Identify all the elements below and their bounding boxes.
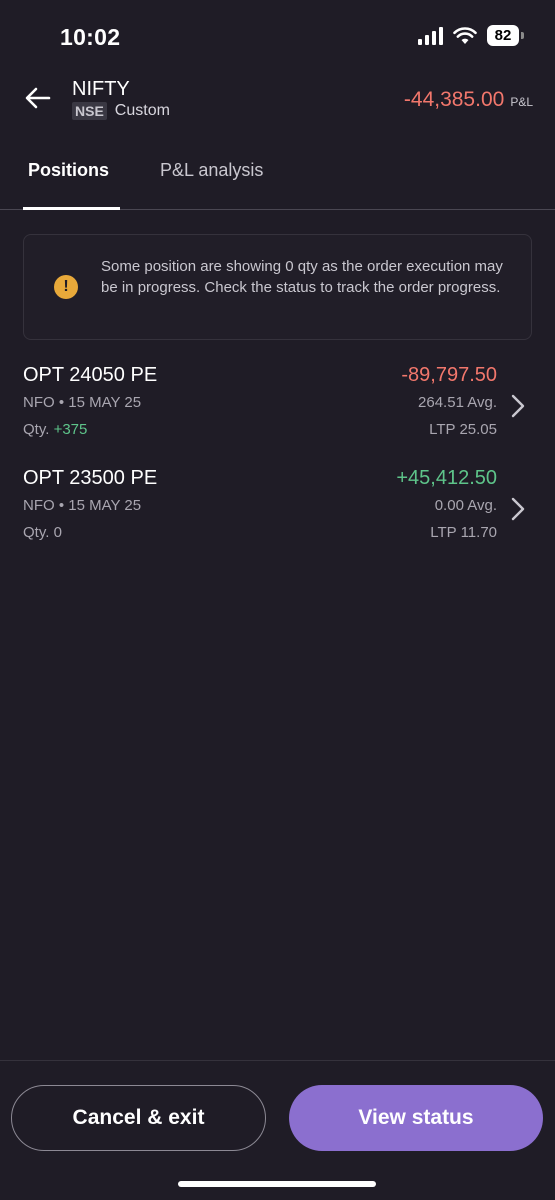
qty-value: +375	[53, 421, 88, 438]
cellular-signal-icon	[418, 26, 443, 45]
position-avg-price: 264.51 Avg.	[418, 394, 497, 411]
status-time: 10:02	[60, 24, 121, 50]
symbol-subtitle: NSE Custom	[72, 102, 170, 120]
home-indicator[interactable]	[178, 1181, 376, 1187]
tab-pnl-analysis[interactable]: P&L analysis	[160, 160, 263, 181]
cancel-exit-button[interactable]: Cancel & exit	[11, 1085, 266, 1151]
position-row[interactable]: OPT 24050 PE NFO • 15 MAY 25 Qty. +375 -…	[0, 364, 555, 454]
qty-value: 0	[53, 524, 62, 541]
position-pnl: -89,797.50	[401, 364, 497, 386]
position-pnl: +45,412.50	[396, 467, 497, 489]
position-name: OPT 24050 PE	[23, 364, 158, 386]
total-pnl-value: -44,385.00	[403, 88, 505, 111]
warning-icon: !	[54, 275, 78, 299]
tab-positions[interactable]: Positions	[28, 160, 109, 181]
symbol-name: NIFTY	[72, 78, 130, 100]
strategy-label: Custom	[114, 102, 170, 119]
position-ltp: LTP 11.70	[430, 524, 497, 541]
view-status-button[interactable]: View status	[289, 1085, 543, 1151]
status-icons: 82	[418, 25, 524, 46]
position-meta: NFO • 15 MAY 25	[23, 497, 142, 514]
position-qty: Qty. 0	[23, 524, 62, 541]
header: NIFTY NSE Custom -44,385.00 P&L	[0, 72, 555, 132]
total-pnl-label: P&L	[510, 95, 533, 109]
active-tab-indicator	[23, 207, 120, 210]
chevron-right-icon[interactable]	[511, 394, 525, 418]
chevron-right-icon[interactable]	[511, 497, 525, 521]
back-arrow-icon[interactable]	[22, 82, 54, 114]
position-avg-price: 0.00 Avg.	[434, 497, 497, 514]
total-pnl: -44,385.00 P&L	[404, 88, 533, 112]
wifi-icon	[453, 26, 477, 44]
notice-text: Some position are showing 0 qty as the o…	[101, 258, 503, 296]
position-meta: NFO • 15 MAY 25	[23, 394, 142, 411]
qty-label: Qty.	[23, 421, 50, 438]
position-qty: Qty. +375	[23, 421, 87, 438]
qty-label: Qty.	[23, 524, 50, 541]
position-row[interactable]: OPT 23500 PE NFO • 15 MAY 25 Qty. 0 +45,…	[0, 467, 555, 557]
footer-actions: Cancel & exit View status	[0, 1060, 555, 1200]
battery-icon: 82	[487, 25, 524, 46]
tab-bar: Positions P&L analysis	[0, 150, 555, 210]
exchange-badge: NSE	[72, 102, 107, 120]
position-name: OPT 23500 PE	[23, 467, 158, 489]
status-bar: 10:02 82	[0, 0, 555, 72]
order-progress-notice: ! Some position are showing 0 qty as the…	[23, 234, 532, 340]
position-ltp: LTP 25.05	[429, 421, 497, 438]
